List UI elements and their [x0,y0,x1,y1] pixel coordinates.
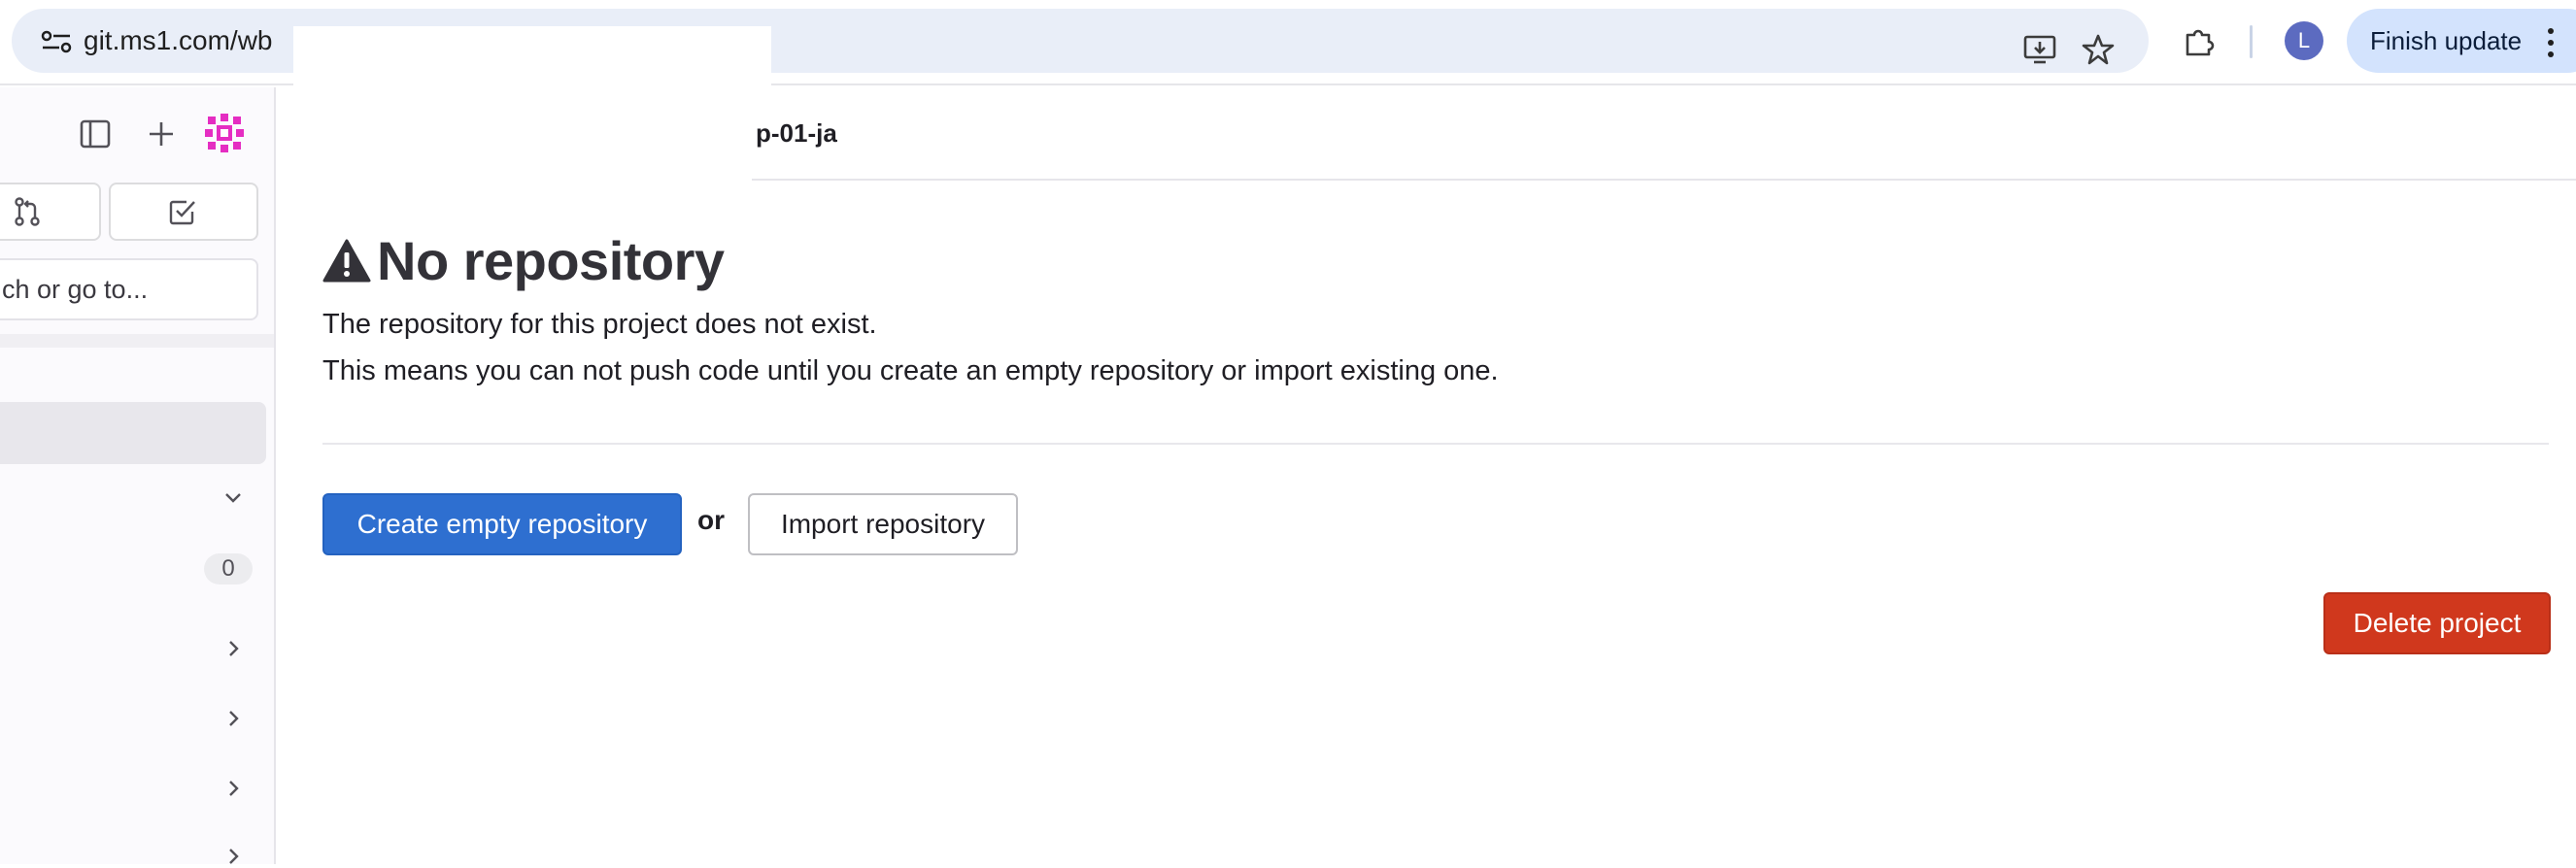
finish-update-button[interactable]: Finish update [2347,9,2576,73]
more-menu-icon[interactable] [2545,25,2557,60]
sidebar-divider [0,334,274,348]
bookmark-star-icon[interactable] [2081,32,2116,67]
breadcrumb-redaction [276,87,752,181]
search-input[interactable]: ch or go to... [0,258,258,320]
profile-avatar[interactable]: L [2285,21,2323,60]
url-text[interactable]: git.ms1.com/wb [84,25,273,56]
extensions-icon[interactable] [2182,23,2217,58]
install-app-icon[interactable] [2022,32,2057,67]
breadcrumb-bar: p-01-ja [276,87,2576,181]
warning-icon [322,239,371,283]
browser-toolbar: git.ms1.com/wb L Finish update [0,0,2576,100]
chevron-down-icon[interactable] [221,485,245,509]
merge-request-icon [15,197,40,226]
chevron-right-icon[interactable] [221,637,245,660]
toggle-sidebar-icon[interactable] [78,117,113,151]
content-divider [322,443,2549,445]
plus-icon[interactable] [144,117,179,151]
sidebar: ch or go to... 0 [0,87,276,864]
merge-requests-tab[interactable] [0,183,101,241]
main-content: No repository The repository for this pr… [276,181,2576,864]
import-repository-button[interactable]: Import repository [748,493,1018,555]
page-title: No repository [377,230,725,291]
breadcrumb-current[interactable]: p-01-ja [756,118,837,148]
create-empty-repository-button[interactable]: Create empty repository [322,493,682,555]
chevron-right-icon[interactable] [221,707,245,730]
toolbar-separator [2250,25,2253,58]
delete-project-button[interactable]: Delete project [2323,592,2551,654]
user-avatar-icon[interactable] [202,111,247,155]
or-text: or [697,505,725,535]
count-badge: 0 [204,553,253,584]
chevron-right-icon[interactable] [221,777,245,800]
description-line-2: This means you can not push code until y… [322,355,1499,386]
description-line-1: The repository for this project does not… [322,309,877,340]
sidebar-item-active[interactable] [0,402,266,464]
chevron-right-icon[interactable] [221,845,245,868]
address-bar[interactable]: git.ms1.com/wb [12,9,2149,100]
todo-tab[interactable] [109,183,258,241]
todo-checkbox-icon [169,200,195,225]
site-info-icon[interactable] [41,30,72,53]
